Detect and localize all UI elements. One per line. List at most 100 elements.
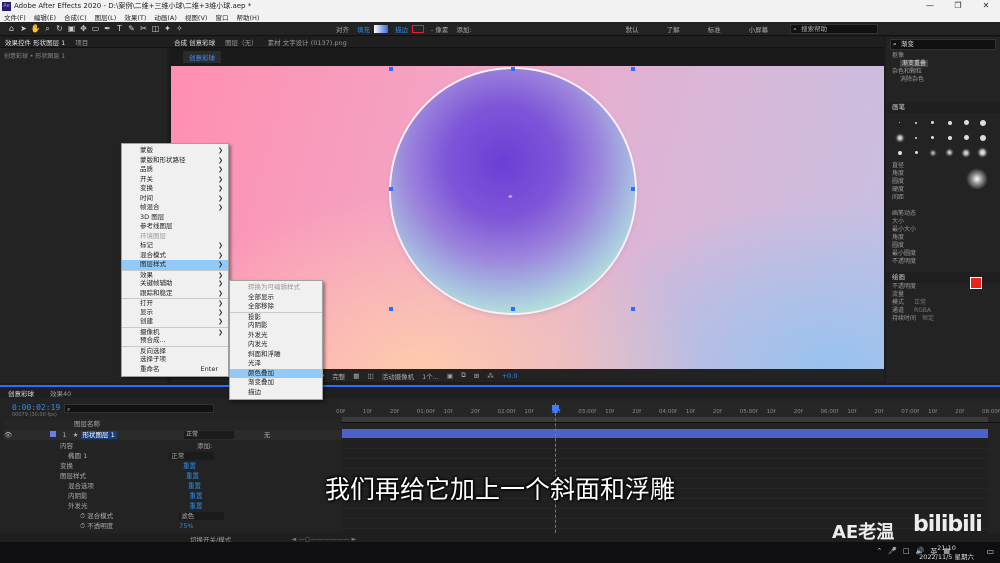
context-menu-item[interactable]: 帧混合 ❯: [122, 203, 228, 213]
brush-tip[interactable]: [977, 147, 988, 158]
brush-tip[interactable]: [961, 117, 972, 128]
tab-layer[interactable]: 图层（无）: [225, 37, 258, 47]
bbox-handle[interactable]: [631, 187, 635, 191]
workspace-standard[interactable]: 标准: [708, 24, 721, 34]
help-search-input[interactable]: ⌕ 搜索帮助: [790, 23, 879, 34]
shape-tool-icon[interactable]: ▭: [90, 23, 101, 34]
transparency-icon[interactable]: ⊞: [474, 372, 479, 380]
views-select[interactable]: 1个...: [422, 371, 439, 381]
add-label[interactable]: 添加:: [456, 24, 471, 34]
timeline-search-input[interactable]: ⌕: [64, 404, 214, 413]
glow-opacity-value[interactable]: 75%: [179, 522, 193, 530]
context-menu-item[interactable]: 摄像机 ❯: [122, 326, 228, 337]
bbox-handle[interactable]: [511, 307, 515, 311]
context-menu-item[interactable]: 混合模式 ❯: [122, 251, 228, 261]
glow-blend-select[interactable]: 滤色: [179, 512, 225, 520]
bbox-handle[interactable]: [389, 187, 393, 191]
context-menu-item[interactable]: 蒙版 ❯: [122, 146, 228, 156]
context-menu-item[interactable]: 打开 ❯: [122, 298, 228, 308]
minimize-button[interactable]: —: [916, 0, 944, 12]
submenu-item[interactable]: 全部显示: [230, 293, 322, 303]
blend-mode-select[interactable]: 正常: [169, 452, 215, 460]
pen-tool-icon[interactable]: ✒: [102, 23, 113, 34]
foreground-color-swatch[interactable]: [970, 277, 982, 289]
mask-icon[interactable]: ◫: [367, 372, 373, 380]
brush-tip[interactable]: [944, 147, 955, 158]
camera-tool-icon[interactable]: ▣: [66, 23, 77, 34]
brush-tip[interactable]: [944, 132, 955, 143]
tab-effect-controls[interactable]: 效果控件 形状图层 1: [5, 37, 65, 47]
submenu-item[interactable]: 渐变叠加: [230, 378, 322, 388]
tl-prop-row[interactable]: 内容 添加:: [60, 441, 212, 451]
microphone-icon[interactable]: 🎤: [888, 547, 897, 557]
context-menu-item[interactable]: 蒙版和形状路径 ❯: [122, 156, 228, 166]
menu-view[interactable]: 视图(V): [185, 12, 208, 22]
brush-tip[interactable]: [944, 117, 955, 128]
gradient-sphere[interactable]: [391, 69, 635, 313]
context-menu-item[interactable]: 创建 ❯: [122, 317, 228, 327]
tl-prop-row[interactable]: ⏱ 混合模式 滤色: [80, 511, 225, 521]
render-icon[interactable]: ⁂: [487, 372, 494, 380]
tree-item[interactable]: 杂色和颗粒: [886, 68, 1000, 76]
menu-file[interactable]: 文件(F): [4, 12, 26, 22]
tl-prop-row[interactable]: ⏱ 不透明度 75%: [80, 521, 194, 531]
context-menu-item[interactable]: 重命名 Enter: [122, 365, 228, 375]
context-menu-item[interactable]: 效果 ❯: [122, 269, 228, 280]
brush-tip[interactable]: [927, 117, 938, 128]
menu-composition[interactable]: 合成(C): [64, 12, 87, 22]
paint-mode-select[interactable]: 正常: [914, 299, 926, 306]
layer-row[interactable]: 👁 1 ★ 形状图层 1 无: [4, 430, 342, 440]
brush-tip[interactable]: [911, 147, 922, 158]
tab-timeline-comp[interactable]: 创意彩球: [8, 388, 34, 398]
stroke-label[interactable]: 描边: [395, 24, 408, 34]
eraser-tool-icon[interactable]: ◫: [150, 23, 161, 34]
home-icon[interactable]: ⌂: [6, 23, 17, 34]
brush-tip[interactable]: [977, 132, 988, 143]
layer-parent[interactable]: 无: [264, 431, 271, 439]
layer-name[interactable]: 形状图层 1: [80, 431, 117, 439]
brush-tool-icon[interactable]: ✎: [126, 23, 137, 34]
layer-duration-bar[interactable]: [342, 429, 988, 438]
menu-effect[interactable]: 效果(T): [124, 12, 146, 22]
brush-tip[interactable]: [911, 117, 922, 128]
roto-tool-icon[interactable]: ✦: [162, 23, 173, 34]
layer-label-color[interactable]: [50, 431, 57, 437]
submenu-item[interactable]: 投影: [230, 311, 322, 322]
tree-item[interactable]: 消除杂色: [886, 76, 1000, 84]
context-menu-item[interactable]: 参考线图层: [122, 222, 228, 232]
brush-tip[interactable]: [911, 132, 922, 143]
brush-tip[interactable]: [927, 147, 938, 158]
submenu-item[interactable]: 光泽: [230, 359, 322, 369]
fill-label[interactable]: 填充: [357, 24, 370, 34]
brush-tip[interactable]: [894, 147, 905, 158]
mode-select[interactable]: 正常: [184, 431, 234, 439]
brush-tip[interactable]: [961, 147, 972, 158]
tab-composition[interactable]: 合成 创意彩球: [174, 37, 215, 47]
eye-icon[interactable]: 👁: [4, 431, 12, 439]
anchor-point-icon[interactable]: ⌖: [508, 192, 513, 202]
context-menu-item[interactable]: 开关 ❯: [122, 175, 228, 185]
close-button[interactable]: ✕: [972, 0, 1000, 12]
bbox-handle[interactable]: [389, 307, 393, 311]
flowchart-icon[interactable]: ⧉: [461, 371, 466, 380]
puppet-tool-icon[interactable]: ✧: [174, 23, 185, 34]
brush-tip[interactable]: [961, 132, 972, 143]
submenu-item[interactable]: 描边: [230, 388, 322, 398]
context-menu-item[interactable]: 选择子项: [122, 355, 228, 365]
tl-prop-row[interactable]: 椭圆 1 正常: [68, 451, 215, 461]
submenu-item[interactable]: 颜色叠加: [230, 368, 322, 378]
workspace-small-screen[interactable]: 小屏幕: [749, 24, 769, 34]
submenu-item[interactable]: 内阴影: [230, 321, 322, 331]
align-checkbox[interactable]: 对齐: [336, 24, 349, 34]
tree-item[interactable]: 抠像: [886, 52, 1000, 60]
paint-channel-select[interactable]: RGBA: [914, 307, 931, 314]
submenu-item[interactable]: 外发光: [230, 331, 322, 341]
brush-tip[interactable]: [927, 132, 938, 143]
maximize-button[interactable]: ❐: [944, 0, 972, 12]
submenu-item[interactable]: 斜面和浮雕: [230, 350, 322, 360]
reset-link[interactable]: 重置: [183, 462, 196, 470]
display-icon[interactable]: □: [903, 547, 910, 557]
type-tool-icon[interactable]: T: [114, 23, 125, 34]
stopwatch-icon[interactable]: ⏱: [80, 522, 85, 530]
taskbar-clock[interactable]: 21:10 2022/11/5 星期六: [919, 544, 974, 561]
